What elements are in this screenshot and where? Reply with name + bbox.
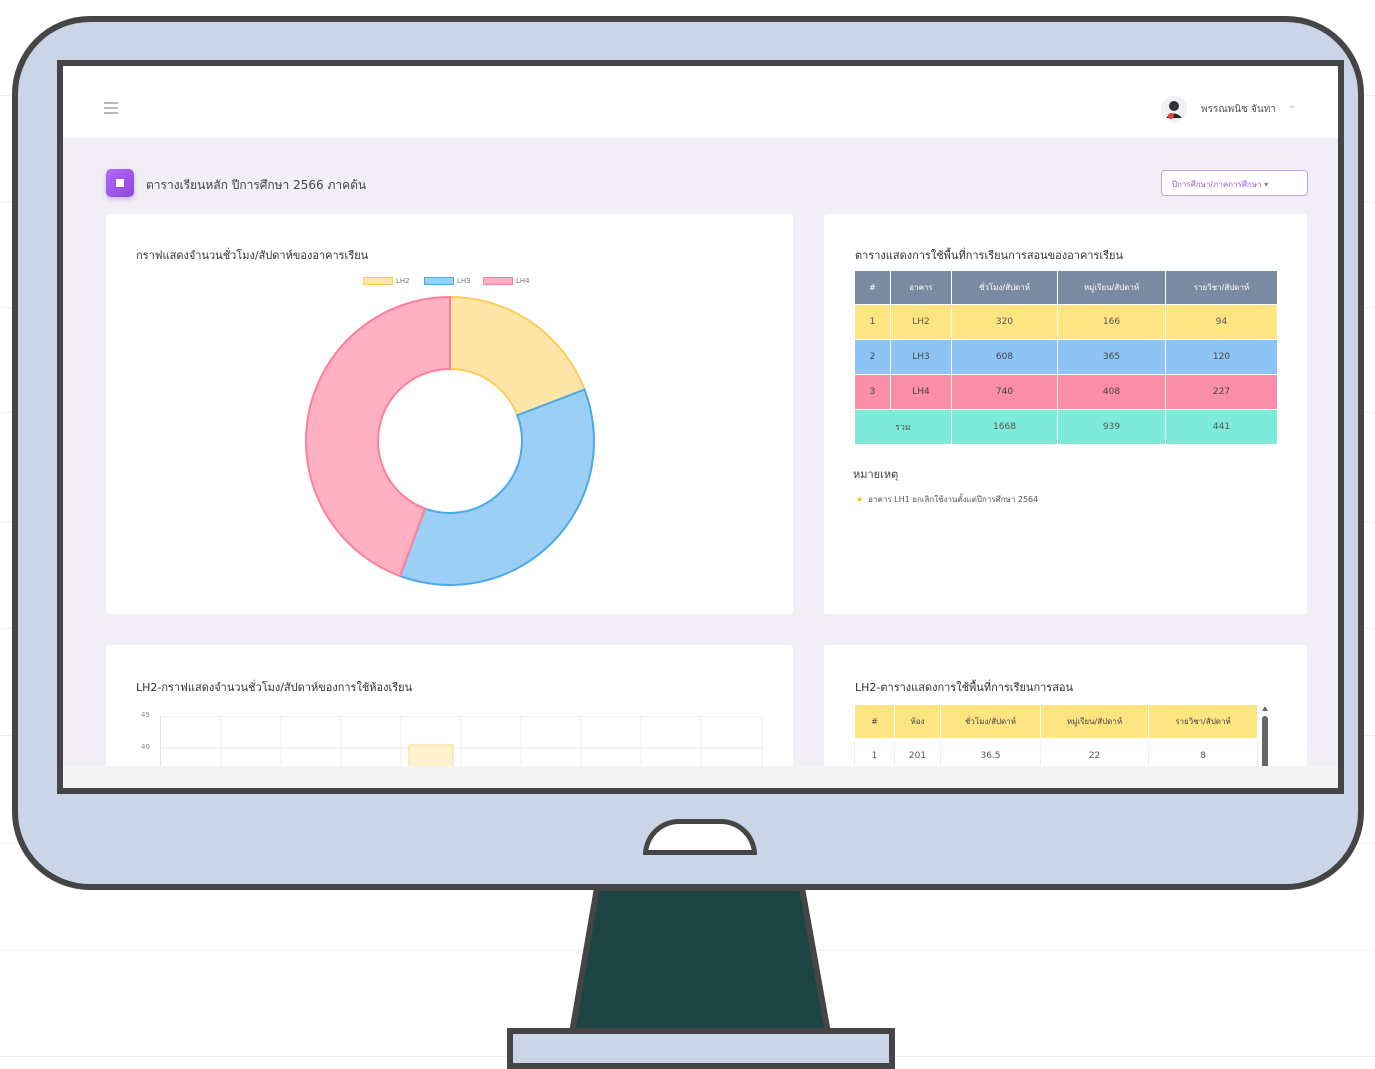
table-header-row: # อาคาร ชั่วโมง/สัปดาห์ หมู่เรียน/สัปดาห… [854, 270, 1278, 305]
table-cell: 408 [1057, 374, 1166, 410]
table-header: อาคาร [890, 270, 952, 305]
chevron-down-icon[interactable]: ⌄ [1288, 100, 1296, 111]
building-chart-title: กราฟแสดงจำนวนชั่วโมง/สัปดาห์ของอาคารเรีย… [136, 249, 369, 262]
note-item: ★ อาคาร LH1 ยกเลิกใช้งานตั้งแต่ปีการศึกษา… [856, 493, 1038, 506]
table-cell: LH3 [890, 339, 952, 375]
table-header: หมู่เรียน/สัปดาห์ [1040, 704, 1149, 739]
lh2-table: # ห้อง ชั่วโมง/สัปดาห์ หมู่เรียน/สัปดาห์… [854, 704, 1258, 773]
caret-down-icon: ▾ [1264, 180, 1269, 189]
table-row: 3 LH4 740 408 227 [854, 374, 1278, 410]
table-header: ชั่วโมง/สัปดาห์ [951, 270, 1058, 305]
monitor-screen: พรรณพนิช จันทา ⌄ ตารางเรียนหลัก ปีการศึก… [57, 60, 1344, 794]
star-icon: ★ [856, 495, 864, 504]
avatar[interactable] [1161, 96, 1187, 122]
table-cell: 1 [854, 304, 891, 340]
top-bar: พรรณพนิช จันทา ⌄ [63, 66, 1338, 139]
legend-swatch [363, 277, 393, 285]
legend-label: LH4 [516, 277, 530, 285]
table-cell: 740 [951, 374, 1058, 410]
table-header: รายวิชา/สัปดาห์ [1165, 270, 1278, 305]
table-header: # [854, 270, 891, 305]
table-cell: 3 [854, 374, 891, 410]
table-cell: 939 [1057, 409, 1166, 445]
table-header: หมู่เรียน/สัปดาห์ [1057, 270, 1166, 305]
table-header: ชั่วโมง/สัปดาห์ [940, 704, 1041, 739]
building-table-title: ตารางแสดงการใช้พื้นที่การเรียนการสอนของอ… [855, 249, 1124, 262]
table-header: รายวิชา/สัปดาห์ [1148, 704, 1258, 739]
page-title: ตารางเรียนหลัก ปีการศึกษา 2566 ภาคต้น [146, 178, 367, 192]
legend-label: LH2 [396, 277, 410, 285]
table-cell: 120 [1165, 339, 1278, 375]
monitor-base [507, 1028, 895, 1069]
table-cell: 166 [1057, 304, 1166, 340]
table-cell: 441 [1165, 409, 1278, 445]
legend-swatch [483, 277, 513, 285]
note-heading: หมายเหตุ [853, 468, 899, 481]
table-cell: 365 [1057, 339, 1166, 375]
legend-item[interactable]: LH2 [363, 277, 410, 285]
academic-year-dropdown[interactable]: ปีการศึกษา/ภาคการศึกษา ▾ [1161, 170, 1308, 196]
table-cell: 227 [1165, 374, 1278, 410]
table-total-row: รวม 1668 939 441 [854, 409, 1278, 445]
table-header: ห้อง [894, 704, 941, 739]
table-row: 1 LH2 320 166 94 [854, 304, 1278, 340]
table-cell: 608 [951, 339, 1058, 375]
table-header-row: # ห้อง ชั่วโมง/สัปดาห์ หมู่เรียน/สัปดาห์… [854, 704, 1258, 739]
calendar-icon [106, 169, 134, 197]
user-name[interactable]: พรรณพนิช จันทา [1201, 102, 1276, 117]
building-table: # อาคาร ชั่วโมง/สัปดาห์ หมู่เรียน/สัปดาห… [854, 270, 1278, 445]
donut-slice-lh3[interactable] [398, 388, 595, 586]
table-cell: LH2 [890, 304, 952, 340]
table-cell: LH4 [890, 374, 952, 410]
donut-chart [305, 295, 595, 586]
y-tick-label: 45 [141, 711, 150, 719]
table-cell: 2 [854, 339, 891, 375]
table-cell: 1668 [951, 409, 1058, 445]
table-row: 2 LH3 608 365 120 [854, 339, 1278, 375]
legend-item[interactable]: LH3 [424, 277, 471, 285]
lh2-chart-title: LH2-กราฟแสดงจำนวนชั่วโมง/สัปดาห์ของการใช… [136, 681, 413, 694]
academic-year-label: ปีการศึกษา/ภาคการศึกษา [1172, 180, 1262, 189]
screen-bottom-strip [63, 766, 1338, 788]
table-header: # [854, 704, 895, 739]
y-tick-label: 40 [141, 743, 150, 751]
legend-swatch [424, 277, 454, 285]
menu-icon[interactable] [104, 102, 118, 114]
lh2-table-title: LH2-ตารางแสดงการใช้พื้นที่การเรียนการสอน [855, 681, 1074, 694]
table-cell: 320 [951, 304, 1058, 340]
table-cell: รวม [854, 409, 952, 445]
monitor-logo [643, 819, 757, 855]
legend-label: LH3 [457, 277, 471, 285]
legend-item[interactable]: LH4 [483, 277, 530, 285]
note-text: อาคาร LH1 ยกเลิกใช้งานตั้งแต่ปีการศึกษา … [868, 495, 1039, 504]
table-cell: 94 [1165, 304, 1278, 340]
